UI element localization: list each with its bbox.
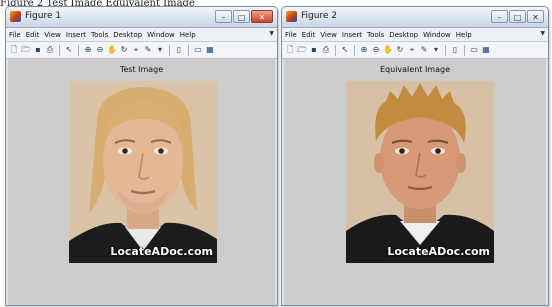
show-plot-tools-icon[interactable]: ▦ xyxy=(481,45,491,55)
close-button[interactable]: ✕ xyxy=(527,10,544,23)
insert-colorbar-icon[interactable]: ▯ xyxy=(450,45,460,55)
figure-canvas[interactable]: Equivalent Image LocateADoc.com xyxy=(284,59,546,305)
menu-insert[interactable]: Insert xyxy=(66,31,86,39)
close-button[interactable]: ✕ xyxy=(251,10,273,23)
menu-window[interactable]: Window xyxy=(423,31,451,39)
brush-dropdown-icon[interactable]: ▾ xyxy=(431,45,441,55)
data-cursor-icon[interactable]: ⌖ xyxy=(407,45,417,55)
equivalent-image: LocateADoc.com xyxy=(346,81,494,263)
minimize-button[interactable]: – xyxy=(491,10,508,23)
save-icon[interactable]: ▪ xyxy=(309,45,319,55)
menu-help[interactable]: Help xyxy=(456,31,472,39)
new-file-icon[interactable]: 🗋 xyxy=(9,45,19,55)
matlab-icon xyxy=(10,11,21,22)
show-plot-tools-icon[interactable]: ▦ xyxy=(205,45,215,55)
pointer-icon[interactable]: ↖ xyxy=(340,45,350,55)
toolbar-separator xyxy=(188,44,189,56)
save-icon[interactable]: ▪ xyxy=(33,45,43,55)
watermark: LocateADoc.com xyxy=(387,245,490,258)
toolbar-separator xyxy=(59,44,60,56)
open-folder-icon[interactable]: 🗁 xyxy=(297,45,307,55)
brush-dropdown-icon[interactable]: ▾ xyxy=(155,45,165,55)
hide-plot-tools-icon[interactable]: ▭ xyxy=(469,45,479,55)
print-icon[interactable]: ⎙ xyxy=(321,45,331,55)
menu-tools[interactable]: Tools xyxy=(91,31,108,39)
title-bar[interactable]: Figure 1 – □ ✕ xyxy=(6,7,277,28)
pan-icon[interactable]: ✋ xyxy=(107,45,117,55)
menu-desktop[interactable]: Desktop xyxy=(389,31,418,39)
toolbar-separator xyxy=(78,44,79,56)
menu-overflow-icon[interactable]: ▼ xyxy=(540,30,545,37)
pointer-icon[interactable]: ↖ xyxy=(64,45,74,55)
toolbar-separator xyxy=(335,44,336,56)
brush-icon[interactable]: ✎ xyxy=(143,45,153,55)
zoom-in-icon[interactable]: ⊕ xyxy=(83,45,93,55)
insert-colorbar-icon[interactable]: ▯ xyxy=(174,45,184,55)
menu-tools[interactable]: Tools xyxy=(367,31,384,39)
watermark: LocateADoc.com xyxy=(110,245,213,258)
menu-view[interactable]: View xyxy=(320,31,337,39)
maximize-button[interactable]: □ xyxy=(233,10,250,23)
minimize-button[interactable]: – xyxy=(215,10,232,23)
figure-window-1[interactable]: Figure 1 – □ ✕ File Edit View Insert Too… xyxy=(5,6,278,306)
menu-view[interactable]: View xyxy=(44,31,61,39)
toolbar-separator xyxy=(169,44,170,56)
zoom-out-icon[interactable]: ⊖ xyxy=(371,45,381,55)
print-icon[interactable]: ⎙ xyxy=(45,45,55,55)
matlab-icon xyxy=(286,11,297,22)
toolbar: 🗋 🗁 ▪ ⎙ ↖ ⊕ ⊖ ✋ ↻ ⌖ ✎ ▾ ▯ ▭ ▦ xyxy=(282,42,548,59)
toolbar: 🗋 🗁 ▪ ⎙ ↖ ⊕ ⊖ ✋ ↻ ⌖ ✎ ▾ ▯ ▭ ▦ xyxy=(6,42,277,59)
figure-window-2[interactable]: Figure 2 – □ ✕ File Edit View Insert Too… xyxy=(281,6,549,306)
menu-desktop[interactable]: Desktop xyxy=(113,31,142,39)
menu-bar: File Edit View Insert Tools Desktop Wind… xyxy=(282,28,548,42)
figure-canvas[interactable]: Test Image LocateADoc.com xyxy=(8,59,275,305)
menu-overflow-icon[interactable]: ▼ xyxy=(269,30,274,37)
toolbar-separator xyxy=(445,44,446,56)
test-image: LocateADoc.com xyxy=(69,81,217,263)
rotate-3d-icon[interactable]: ↻ xyxy=(119,45,129,55)
menu-file[interactable]: File xyxy=(285,31,297,39)
new-file-icon[interactable]: 🗋 xyxy=(285,45,295,55)
zoom-out-icon[interactable]: ⊖ xyxy=(95,45,105,55)
toolbar-separator xyxy=(464,44,465,56)
menu-insert[interactable]: Insert xyxy=(342,31,362,39)
title-bar[interactable]: Figure 2 – □ ✕ xyxy=(282,7,548,28)
toolbar-separator xyxy=(354,44,355,56)
window-title: Figure 1 xyxy=(25,11,62,21)
window-title: Figure 2 xyxy=(301,11,338,21)
data-cursor-icon[interactable]: ⌖ xyxy=(131,45,141,55)
open-folder-icon[interactable]: 🗁 xyxy=(21,45,31,55)
menu-file[interactable]: File xyxy=(9,31,21,39)
rotate-3d-icon[interactable]: ↻ xyxy=(395,45,405,55)
menu-help[interactable]: Help xyxy=(180,31,196,39)
pan-icon[interactable]: ✋ xyxy=(383,45,393,55)
brush-icon[interactable]: ✎ xyxy=(419,45,429,55)
zoom-in-icon[interactable]: ⊕ xyxy=(359,45,369,55)
menu-edit[interactable]: Edit xyxy=(302,31,316,39)
menu-bar: File Edit View Insert Tools Desktop Wind… xyxy=(6,28,277,42)
axes-title: Test Image xyxy=(119,65,164,74)
menu-edit[interactable]: Edit xyxy=(26,31,40,39)
menu-window[interactable]: Window xyxy=(147,31,175,39)
hide-plot-tools-icon[interactable]: ▭ xyxy=(193,45,203,55)
maximize-button[interactable]: □ xyxy=(509,10,526,23)
axes-title: Equivalent Image xyxy=(379,65,450,74)
